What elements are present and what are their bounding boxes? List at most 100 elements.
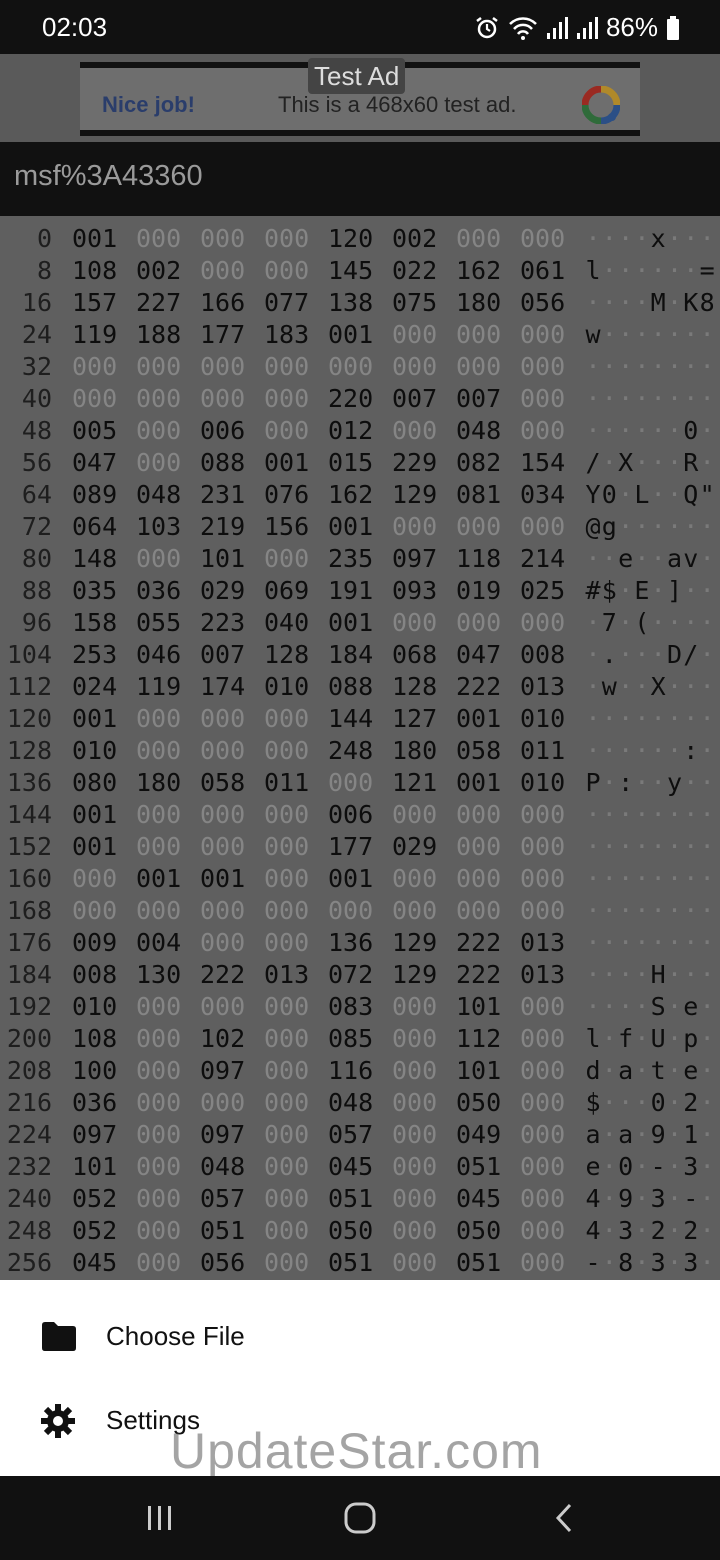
- hex-byte[interactable]: 069: [264, 575, 316, 607]
- hex-byte[interactable]: 000: [392, 1215, 444, 1247]
- hex-byte[interactable]: 223: [200, 607, 252, 639]
- hex-byte[interactable]: 088: [200, 447, 252, 479]
- hex-byte[interactable]: 000: [392, 1023, 444, 1055]
- hex-byte[interactable]: 000: [264, 735, 316, 767]
- hex-byte[interactable]: 000: [264, 1183, 316, 1215]
- hex-byte[interactable]: 235: [328, 543, 380, 575]
- hex-byte[interactable]: 000: [264, 351, 316, 383]
- hex-byte[interactable]: 000: [136, 543, 188, 575]
- recents-icon[interactable]: [130, 1494, 190, 1542]
- hex-byte[interactable]: 103: [136, 511, 188, 543]
- hex-byte[interactable]: 000: [520, 1023, 572, 1055]
- hex-byte[interactable]: 000: [264, 223, 316, 255]
- hex-byte[interactable]: 022: [392, 255, 444, 287]
- hex-byte[interactable]: 119: [136, 671, 188, 703]
- hex-byte[interactable]: 214: [520, 543, 572, 575]
- hex-byte[interactable]: 000: [200, 927, 252, 959]
- hex-byte[interactable]: 000: [72, 383, 124, 415]
- hex-byte[interactable]: 010: [72, 735, 124, 767]
- hex-byte[interactable]: 050: [328, 1215, 380, 1247]
- hex-byte[interactable]: 000: [456, 831, 508, 863]
- hex-byte[interactable]: 000: [264, 863, 316, 895]
- hex-byte[interactable]: 177: [200, 319, 252, 351]
- hex-byte[interactable]: 220: [328, 383, 380, 415]
- hex-byte[interactable]: 097: [200, 1119, 252, 1151]
- hex-byte[interactable]: 068: [392, 639, 444, 671]
- hex-byte[interactable]: 000: [456, 511, 508, 543]
- hex-byte[interactable]: 001: [136, 863, 188, 895]
- hex-byte[interactable]: 000: [264, 927, 316, 959]
- hex-byte[interactable]: 013: [520, 959, 572, 991]
- hex-byte[interactable]: 000: [520, 831, 572, 863]
- hex-byte[interactable]: 089: [72, 479, 124, 511]
- hex-byte[interactable]: 000: [520, 1247, 572, 1279]
- hex-byte[interactable]: 000: [456, 895, 508, 927]
- hex-byte[interactable]: 000: [520, 351, 572, 383]
- hex-byte[interactable]: 000: [392, 351, 444, 383]
- hex-byte[interactable]: 006: [328, 799, 380, 831]
- hex-byte[interactable]: 000: [456, 863, 508, 895]
- hex-byte[interactable]: 000: [392, 607, 444, 639]
- hex-byte[interactable]: 001: [72, 799, 124, 831]
- hex-byte[interactable]: 001: [72, 831, 124, 863]
- hex-byte[interactable]: 156: [264, 511, 316, 543]
- hex-byte[interactable]: 010: [72, 991, 124, 1023]
- hex-byte[interactable]: 000: [136, 223, 188, 255]
- hex-byte[interactable]: 082: [456, 447, 508, 479]
- hex-byte[interactable]: 000: [200, 895, 252, 927]
- hex-byte[interactable]: 112: [456, 1023, 508, 1055]
- hex-byte[interactable]: 052: [72, 1183, 124, 1215]
- hex-byte[interactable]: 010: [520, 767, 572, 799]
- hex-byte[interactable]: 162: [456, 255, 508, 287]
- hex-byte[interactable]: 177: [328, 831, 380, 863]
- hex-byte[interactable]: 010: [264, 671, 316, 703]
- hex-byte[interactable]: 051: [200, 1215, 252, 1247]
- hex-byte[interactable]: 045: [456, 1183, 508, 1215]
- hex-byte[interactable]: 000: [456, 319, 508, 351]
- hex-byte[interactable]: 219: [200, 511, 252, 543]
- hex-byte[interactable]: 000: [520, 1183, 572, 1215]
- hex-byte[interactable]: 075: [392, 287, 444, 319]
- hex-byte[interactable]: 000: [392, 1119, 444, 1151]
- hex-byte[interactable]: 000: [136, 799, 188, 831]
- hex-byte[interactable]: 154: [520, 447, 572, 479]
- hex-byte[interactable]: 116: [328, 1055, 380, 1087]
- hex-byte[interactable]: 000: [264, 1119, 316, 1151]
- hex-byte[interactable]: 119: [72, 319, 124, 351]
- hex-byte[interactable]: 080: [72, 767, 124, 799]
- hex-byte[interactable]: 101: [200, 543, 252, 575]
- hex-byte[interactable]: 000: [328, 767, 380, 799]
- hex-byte[interactable]: 061: [520, 255, 572, 287]
- hex-byte[interactable]: 007: [456, 383, 508, 415]
- hex-byte[interactable]: 000: [264, 895, 316, 927]
- hex-byte[interactable]: 000: [200, 703, 252, 735]
- hex-byte[interactable]: 000: [136, 703, 188, 735]
- hex-byte[interactable]: 000: [264, 831, 316, 863]
- hex-byte[interactable]: 012: [328, 415, 380, 447]
- hex-byte[interactable]: 000: [136, 831, 188, 863]
- hex-byte[interactable]: 000: [392, 1055, 444, 1087]
- hex-byte[interactable]: 100: [72, 1055, 124, 1087]
- hex-byte[interactable]: 013: [520, 671, 572, 703]
- hex-byte[interactable]: 222: [456, 927, 508, 959]
- hex-byte[interactable]: 035: [72, 575, 124, 607]
- hex-byte[interactable]: 000: [392, 511, 444, 543]
- hex-byte[interactable]: 007: [392, 383, 444, 415]
- hex-byte[interactable]: 011: [520, 735, 572, 767]
- hex-byte[interactable]: 128: [264, 639, 316, 671]
- hex-byte[interactable]: 130: [136, 959, 188, 991]
- hex-byte[interactable]: 048: [136, 479, 188, 511]
- hex-byte[interactable]: 127: [392, 703, 444, 735]
- hex-byte[interactable]: 025: [520, 575, 572, 607]
- hex-byte[interactable]: 000: [72, 351, 124, 383]
- hex-byte[interactable]: 058: [200, 767, 252, 799]
- hex-byte[interactable]: 051: [456, 1247, 508, 1279]
- hex-byte[interactable]: 000: [392, 863, 444, 895]
- hex-byte[interactable]: 000: [200, 831, 252, 863]
- hex-byte[interactable]: 145: [328, 255, 380, 287]
- hex-byte[interactable]: 129: [392, 479, 444, 511]
- hex-byte[interactable]: 108: [72, 255, 124, 287]
- hex-byte[interactable]: 000: [520, 1087, 572, 1119]
- hex-byte[interactable]: 001: [456, 767, 508, 799]
- hex-byte[interactable]: 158: [72, 607, 124, 639]
